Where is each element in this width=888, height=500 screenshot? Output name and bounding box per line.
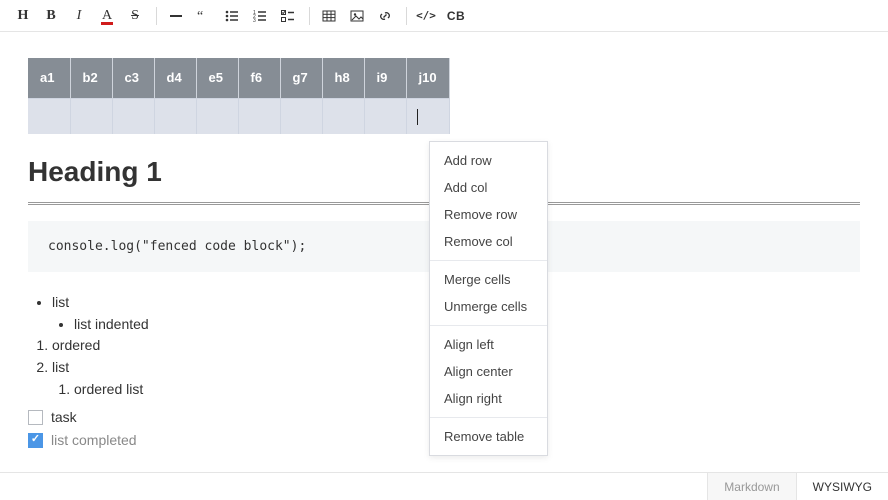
toolbar-divider — [406, 7, 407, 25]
inline-code-button[interactable]: </> — [413, 3, 439, 29]
table-header-cell[interactable]: e5 — [196, 58, 238, 98]
italic-button[interactable]: I — [66, 3, 92, 29]
ctx-add-row[interactable]: Add row — [430, 147, 547, 174]
table-cell[interactable] — [280, 98, 322, 134]
table-cell[interactable] — [28, 98, 70, 134]
hr-button[interactable] — [163, 3, 189, 29]
table-cell[interactable] — [238, 98, 280, 134]
table-header-cell[interactable]: j10 — [406, 58, 449, 98]
checkbox-checked-icon[interactable] — [28, 433, 43, 448]
table-header-cell[interactable]: c3 — [112, 58, 154, 98]
table-cell[interactable] — [154, 98, 196, 134]
quote-icon: “ — [197, 9, 211, 23]
svg-text:“: “ — [197, 9, 203, 23]
ctx-unmerge-cells[interactable]: Unmerge cells — [430, 293, 547, 320]
link-button[interactable] — [372, 3, 398, 29]
ctx-add-col[interactable]: Add col — [430, 174, 547, 201]
text-color-button[interactable]: A — [94, 3, 120, 29]
tab-markdown[interactable]: Markdown — [707, 473, 795, 500]
tasklist-icon — [281, 9, 295, 23]
mode-tabs: Markdown WYSIWYG — [0, 472, 888, 500]
checkbox-icon[interactable] — [28, 410, 43, 425]
table-header-cell[interactable]: h8 — [322, 58, 364, 98]
ctx-align-right[interactable]: Align right — [430, 385, 547, 412]
table-cell[interactable] — [406, 98, 449, 134]
table-header-cell[interactable]: f6 — [238, 58, 280, 98]
table-header-cell[interactable]: i9 — [364, 58, 406, 98]
list-item-label: list — [52, 359, 69, 375]
list-item-label: list — [52, 294, 69, 310]
link-icon — [378, 9, 392, 23]
table-header-row: a1 b2 c3 d4 e5 f6 g7 h8 i9 j10 — [28, 58, 449, 98]
ctx-align-left[interactable]: Align left — [430, 331, 547, 358]
bold-button[interactable]: B — [38, 3, 64, 29]
hr-icon — [169, 9, 183, 23]
ctx-merge-cells[interactable]: Merge cells — [430, 266, 547, 293]
task-label: list completed — [51, 429, 137, 451]
strike-button[interactable]: S — [122, 3, 148, 29]
task-label: task — [51, 406, 77, 428]
ol-button[interactable]: 1 2 3 — [247, 3, 273, 29]
toolbar-divider — [309, 7, 310, 25]
svg-text:3: 3 — [253, 18, 256, 23]
image-icon — [350, 9, 364, 23]
table-header-cell[interactable]: b2 — [70, 58, 112, 98]
table-cell[interactable] — [196, 98, 238, 134]
table-context-menu: Add row Add col Remove row Remove col Me… — [429, 141, 548, 456]
blockquote-button[interactable]: “ — [191, 3, 217, 29]
ctx-remove-table[interactable]: Remove table — [430, 423, 547, 450]
ul-icon — [225, 9, 239, 23]
codeblock-button[interactable]: CB — [441, 3, 471, 29]
table-cell[interactable] — [322, 98, 364, 134]
ctx-remove-row[interactable]: Remove row — [430, 201, 547, 228]
ul-button[interactable] — [219, 3, 245, 29]
toolbar: H B I A S “ 1 2 3 — [0, 0, 888, 31]
text-cursor — [417, 109, 418, 125]
image-button[interactable] — [344, 3, 370, 29]
color-swatch — [101, 22, 113, 25]
tab-wysiwyg[interactable]: WYSIWYG — [796, 473, 888, 500]
table-cell[interactable] — [70, 98, 112, 134]
table-button[interactable] — [316, 3, 342, 29]
table-cell[interactable] — [364, 98, 406, 134]
table-header-cell[interactable]: d4 — [154, 58, 196, 98]
table-icon — [322, 9, 336, 23]
tasklist-button[interactable] — [275, 3, 301, 29]
table-cell[interactable] — [112, 98, 154, 134]
document-table[interactable]: a1 b2 c3 d4 e5 f6 g7 h8 i9 j10 — [28, 58, 450, 134]
toolbar-divider — [156, 7, 157, 25]
table-row — [28, 98, 449, 134]
heading-button[interactable]: H — [10, 3, 36, 29]
ctx-align-center[interactable]: Align center — [430, 358, 547, 385]
table-header-cell[interactable]: a1 — [28, 58, 70, 98]
ctx-remove-col[interactable]: Remove col — [430, 228, 547, 255]
table-header-cell[interactable]: g7 — [280, 58, 322, 98]
ol-icon: 1 2 3 — [253, 9, 267, 23]
